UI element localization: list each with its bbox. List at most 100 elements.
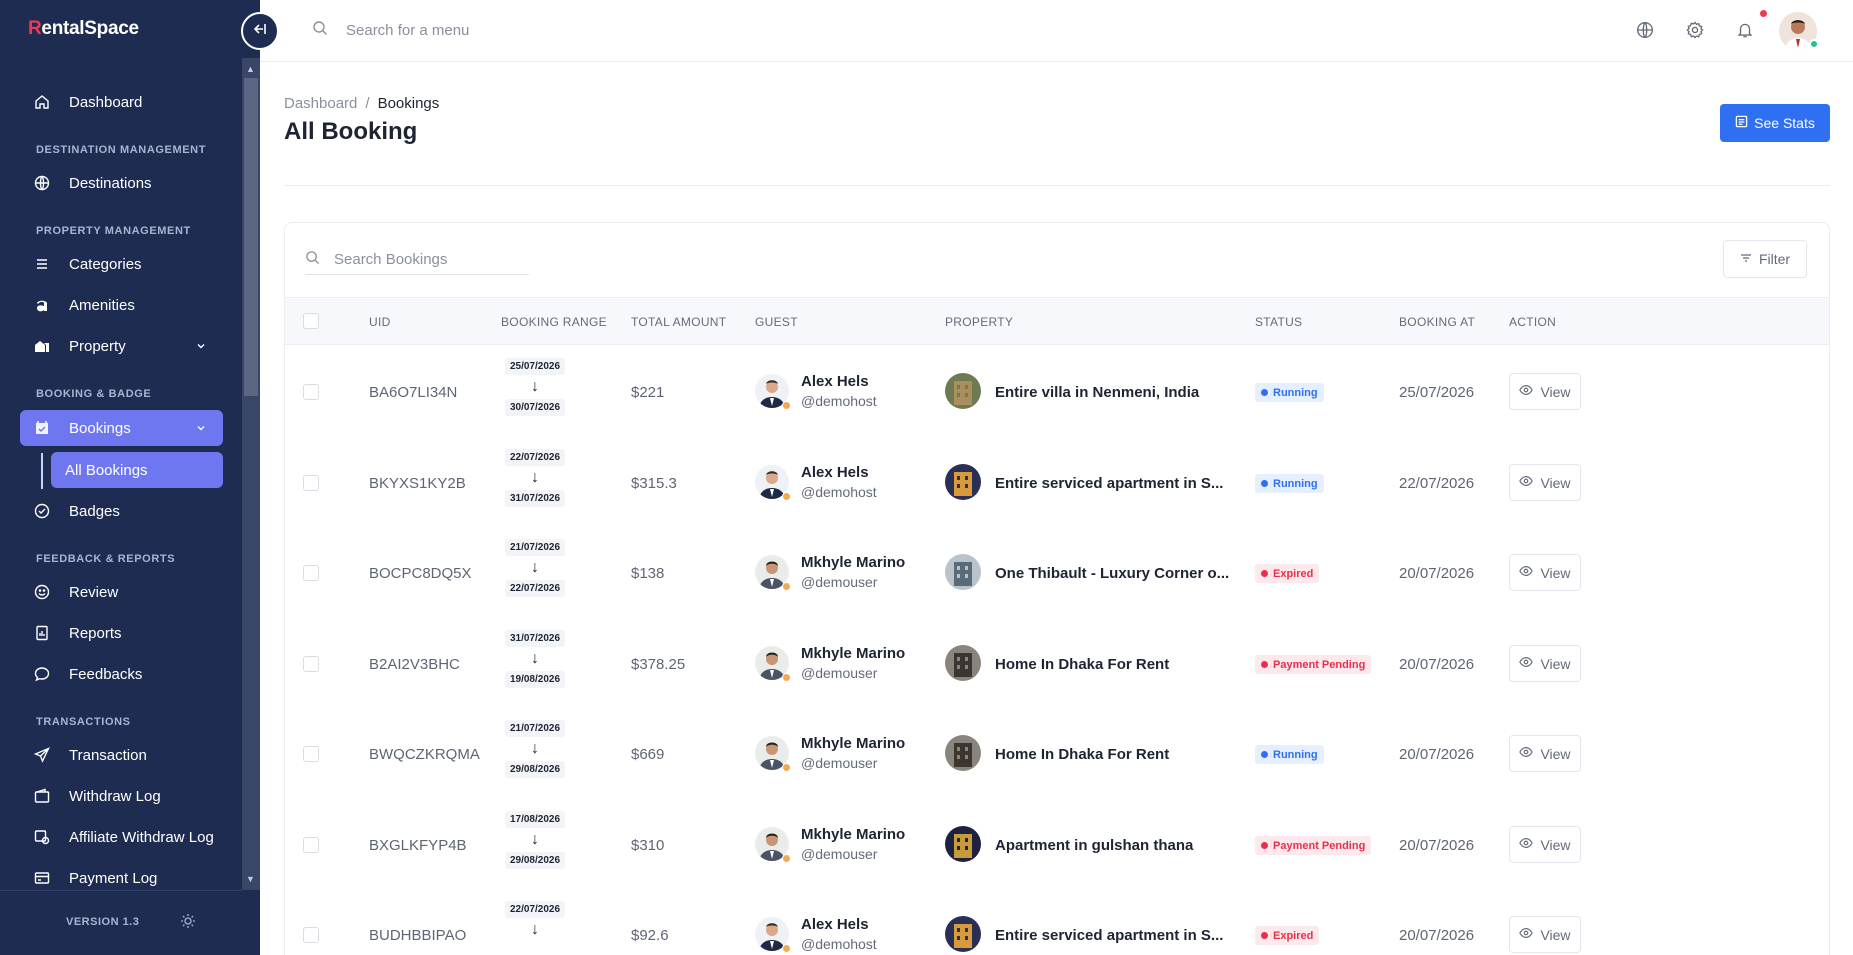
view-button[interactable]: View	[1509, 735, 1581, 772]
column-header-uid[interactable]: UID	[369, 315, 391, 329]
bookings-search-input[interactable]	[334, 251, 514, 268]
filter-button[interactable]: Filter	[1723, 240, 1807, 278]
booking-uid[interactable]: BOCPC8DQ5X	[369, 565, 472, 582]
booking-uid[interactable]: BA6O7LI34N	[369, 384, 457, 401]
sidebar-item-destinations[interactable]: Destinations	[20, 165, 223, 201]
property-thumbnail[interactable]	[945, 735, 981, 771]
sidebar-item-all-bookings[interactable]: All Bookings	[51, 452, 223, 488]
property-name[interactable]: Apartment in gulshan thana	[995, 837, 1193, 854]
view-button[interactable]: View	[1509, 826, 1581, 863]
app-logo[interactable]: RentalSpace	[28, 18, 139, 40]
booking-end-date: 22/07/2026	[504, 580, 566, 597]
total-amount: $138	[631, 565, 665, 582]
guest-name[interactable]: Mkhyle Marino	[801, 645, 905, 662]
sidebar-item-review[interactable]: Review	[20, 574, 223, 610]
property-name[interactable]: Home In Dhaka For Rent	[995, 656, 1169, 673]
view-button[interactable]: View	[1509, 645, 1581, 682]
sidebar-item-transaction[interactable]: Transaction	[20, 737, 223, 773]
sidebar-item-feedbacks[interactable]: Feedbacks	[20, 656, 223, 692]
sidebar-scrollbar[interactable]: ▲ ▼	[242, 58, 260, 890]
scroll-up-icon[interactable]: ▲	[246, 64, 255, 74]
booking-at: 20/07/2026	[1399, 746, 1475, 763]
notification-dot	[1760, 10, 1767, 17]
bell-icon[interactable]	[1736, 21, 1754, 44]
sidebar-item-dashboard[interactable]: Dashboard	[20, 84, 223, 120]
property-thumbnail[interactable]	[945, 826, 981, 862]
guest-name[interactable]: Mkhyle Marino	[801, 554, 905, 571]
sidebar-collapse-button[interactable]	[241, 12, 279, 50]
booking-uid[interactable]: BXGLKFYP4B	[369, 837, 467, 854]
sidebar-item-property[interactable]: Property	[20, 328, 223, 364]
row-checkbox[interactable]	[303, 656, 319, 672]
row-checkbox[interactable]	[303, 746, 319, 762]
breadcrumb-link-dashboard[interactable]: Dashboard	[284, 95, 357, 112]
property-thumbnail[interactable]	[945, 554, 981, 590]
scrollbar-thumb[interactable]	[244, 78, 258, 396]
property-thumbnail[interactable]	[945, 464, 981, 500]
guest-name[interactable]: Mkhyle Marino	[801, 826, 905, 843]
view-button[interactable]: View	[1509, 373, 1581, 410]
menu-search-input[interactable]	[346, 22, 646, 39]
sidebar-item-withdraw-log[interactable]: Withdraw Log	[20, 778, 223, 814]
settings-icon[interactable]	[1686, 21, 1704, 44]
column-header-total-amount[interactable]: TOTAL AMOUNT	[631, 315, 726, 329]
booking-uid[interactable]: BUDHBBIPAO	[369, 927, 466, 944]
guest-name[interactable]: Alex Hels	[801, 464, 869, 481]
view-button[interactable]: View	[1509, 916, 1581, 953]
calendar-icon	[34, 420, 50, 436]
amenities-icon	[34, 297, 50, 313]
sidebar-item-categories[interactable]: Categories	[20, 246, 223, 282]
table-row: BKYXS1KY2B 22/07/2026 ↓ 31/07/2026 $315.3 Ale…	[285, 437, 1829, 527]
property-thumbnail[interactable]	[945, 916, 981, 952]
column-header-guest[interactable]: GUEST	[755, 315, 798, 329]
guest-name[interactable]: Alex Hels	[801, 916, 869, 933]
row-checkbox[interactable]	[303, 565, 319, 581]
total-amount: $221	[631, 384, 665, 401]
property-name[interactable]: Entire serviced apartment in S...	[995, 475, 1223, 492]
select-all-checkbox[interactable]	[303, 313, 319, 329]
property-name[interactable]: Home In Dhaka For Rent	[995, 746, 1169, 763]
scroll-down-icon[interactable]: ▼	[246, 874, 255, 884]
column-header-status[interactable]: STATUS	[1255, 315, 1302, 329]
property-name[interactable]: Entire villa in Nenmeni, India	[995, 384, 1199, 401]
row-checkbox[interactable]	[303, 475, 319, 491]
sidebar-item-reports[interactable]: Reports	[20, 615, 223, 651]
column-header-property[interactable]: PROPERTY	[945, 315, 1013, 329]
status-label: Running	[1273, 748, 1318, 761]
see-stats-button[interactable]: See Stats	[1720, 104, 1830, 142]
sun-icon[interactable]	[180, 913, 196, 934]
booking-uid[interactable]: B2AI2V3BHC	[369, 656, 460, 673]
view-button[interactable]: View	[1509, 554, 1581, 591]
property-name[interactable]: One Thibault - Luxury Corner o...	[995, 565, 1229, 582]
sidebar-item-label: Transaction	[69, 746, 147, 764]
table-row: BWQCZKRQMA 21/07/2026 ↓ 29/08/2026 $669 Mkhyl…	[285, 708, 1829, 798]
wallet-icon	[34, 788, 50, 804]
row-checkbox[interactable]	[303, 837, 319, 853]
sidebar-item-affiliate-withdraw-log[interactable]: Affiliate Withdraw Log	[20, 819, 223, 855]
booking-start-date: 25/07/2026	[504, 358, 566, 375]
column-header-booking-range[interactable]: BOOKING RANGE	[501, 315, 607, 329]
booking-at: 22/07/2026	[1399, 475, 1475, 492]
sidebar-item-payment-log[interactable]: Payment Log	[20, 860, 223, 890]
booking-uid[interactable]: BKYXS1KY2B	[369, 475, 466, 492]
row-checkbox[interactable]	[303, 384, 319, 400]
row-checkbox[interactable]	[303, 927, 319, 943]
property-thumbnail[interactable]	[945, 373, 981, 409]
building-icon	[34, 338, 50, 354]
guest-name[interactable]: Mkhyle Marino	[801, 735, 905, 752]
booking-range: 25/07/2026 ↓ 30/07/2026	[499, 358, 571, 416]
sidebar-item-bookings[interactable]: Bookings	[20, 410, 223, 446]
property-name[interactable]: Entire serviced apartment in S...	[995, 927, 1223, 944]
online-status-dot	[1809, 39, 1819, 49]
sidebar-item-amenities[interactable]: Amenities	[20, 287, 223, 323]
view-label: View	[1540, 745, 1571, 762]
view-button[interactable]: View	[1509, 464, 1581, 501]
column-header-booking-at[interactable]: BOOKING AT	[1399, 315, 1475, 329]
divider	[284, 185, 1830, 186]
language-icon[interactable]	[1636, 21, 1654, 44]
affiliate-icon	[34, 829, 50, 845]
booking-uid[interactable]: BWQCZKRQMA	[369, 746, 480, 763]
guest-name[interactable]: Alex Hels	[801, 373, 869, 390]
sidebar-item-badges[interactable]: Badges	[20, 493, 223, 529]
property-thumbnail[interactable]	[945, 645, 981, 681]
